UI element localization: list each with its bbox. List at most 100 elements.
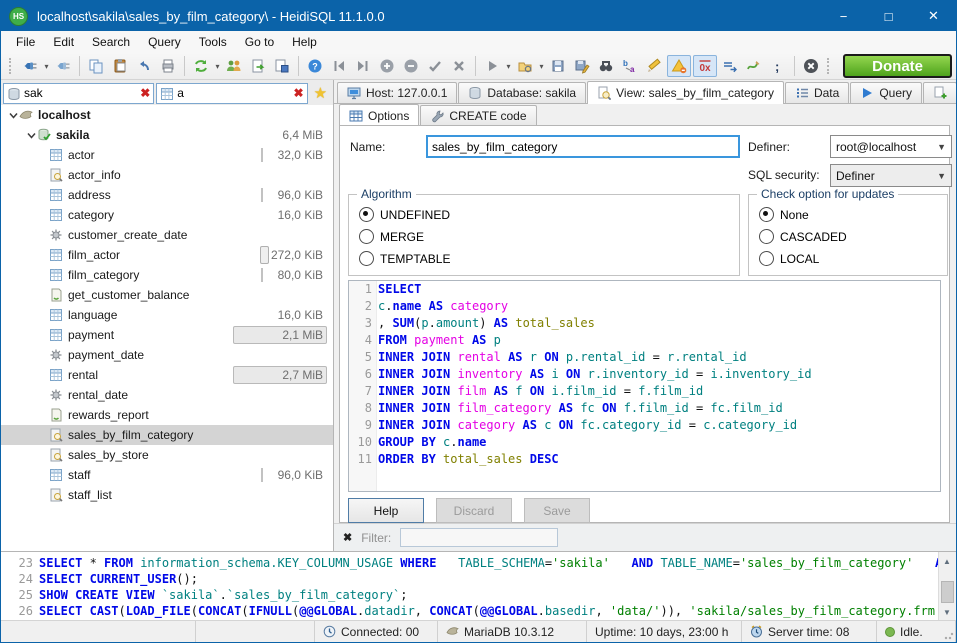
scroll-up-icon[interactable]: ▲ bbox=[939, 553, 955, 569]
tree-item-payment_date[interactable]: payment_date bbox=[1, 345, 333, 365]
insert-parameters-button[interactable] bbox=[719, 55, 741, 77]
tree-item-sales_by_store[interactable]: sales_by_store bbox=[1, 445, 333, 465]
check-option-radio-none[interactable]: None bbox=[759, 207, 809, 222]
undo-button[interactable] bbox=[133, 55, 155, 77]
cancel-editing-button[interactable] bbox=[448, 55, 470, 77]
menu-item-edit[interactable]: Edit bbox=[44, 32, 83, 52]
filter-input[interactable] bbox=[400, 528, 558, 547]
scroll-down-icon[interactable]: ▼ bbox=[939, 604, 955, 620]
radio-icon[interactable] bbox=[359, 251, 374, 266]
first-row-button[interactable] bbox=[328, 55, 350, 77]
menu-item-help[interactable]: Help bbox=[283, 32, 326, 52]
print-button[interactable] bbox=[157, 55, 179, 77]
chevron-down-icon[interactable]: ▾ bbox=[213, 62, 222, 71]
tab-data[interactable]: Data bbox=[785, 82, 849, 103]
help-button[interactable]: Help bbox=[348, 498, 424, 523]
menu-item-file[interactable]: File bbox=[7, 32, 44, 52]
post-changes-button[interactable] bbox=[424, 55, 446, 77]
algorithm-radio-merge[interactable]: MERGE bbox=[359, 229, 424, 244]
load-sql-file-button[interactable] bbox=[514, 55, 536, 77]
check-option-radio-local[interactable]: LOCAL bbox=[759, 251, 819, 266]
query-warnings-toggle-button[interactable] bbox=[667, 55, 691, 77]
tab-database-sakila[interactable]: Database: sakila bbox=[458, 82, 586, 103]
tree-item-actor_info[interactable]: actor_info bbox=[1, 165, 333, 185]
resize-grip[interactable] bbox=[944, 630, 954, 640]
table-filter-box[interactable]: a ✖ bbox=[156, 83, 307, 104]
tree-item-rewards_report[interactable]: rewards_report bbox=[1, 405, 333, 425]
donate-button[interactable]: Donate bbox=[843, 54, 952, 78]
algorithm-radio-temptable[interactable]: TEMPTABLE bbox=[359, 251, 450, 266]
chevron-down-icon[interactable] bbox=[25, 131, 37, 140]
minimize-button[interactable]: − bbox=[821, 1, 866, 31]
tree-item-actor[interactable]: actor32,0 KiB bbox=[1, 145, 333, 165]
close-button[interactable]: ✕ bbox=[911, 1, 956, 31]
export-database-button[interactable] bbox=[247, 55, 269, 77]
tree-item-get_customer_balance[interactable]: get_customer_balance bbox=[1, 285, 333, 305]
last-row-button[interactable] bbox=[352, 55, 374, 77]
reformat-sql-button[interactable] bbox=[743, 55, 765, 77]
tree-item-category[interactable]: category16,0 KiB bbox=[1, 205, 333, 225]
radio-icon[interactable] bbox=[759, 207, 774, 222]
menu-item-tools[interactable]: Tools bbox=[190, 32, 236, 52]
tree-item-staff[interactable]: staff96,0 KiB bbox=[1, 465, 333, 485]
tree-item-film_actor[interactable]: film_actor272,0 KiB bbox=[1, 245, 333, 265]
new-connection-button[interactable] bbox=[52, 55, 74, 77]
save-sql-button[interactable] bbox=[547, 55, 569, 77]
menu-item-go-to[interactable]: Go to bbox=[236, 32, 283, 52]
close-filter-icon[interactable]: ✖ bbox=[343, 531, 352, 544]
tab-new-query[interactable] bbox=[923, 82, 957, 103]
find-text-button[interactable] bbox=[595, 55, 617, 77]
favorites-star-icon[interactable]: ★ bbox=[310, 84, 331, 102]
radio-icon[interactable] bbox=[759, 229, 774, 244]
definer-combobox[interactable]: root@localhost ▼ bbox=[830, 135, 952, 158]
user-manager-button[interactable] bbox=[223, 55, 245, 77]
paste-button[interactable] bbox=[109, 55, 131, 77]
tree-item-sales_by_film_category[interactable]: sales_by_film_category bbox=[1, 425, 333, 445]
save-grid-button[interactable] bbox=[271, 55, 293, 77]
tree-item-customer_create_date[interactable]: customer_create_date bbox=[1, 225, 333, 245]
tab-view-sales-by-film-category[interactable]: View: sales_by_film_category bbox=[587, 81, 784, 104]
view-name-input[interactable] bbox=[426, 135, 740, 158]
tab-query[interactable]: Query bbox=[850, 82, 922, 103]
sql-editor[interactable]: 1SELECT2c.name AS category3, SUM(p.amoun… bbox=[348, 280, 941, 492]
delimiter-button[interactable]: ; bbox=[767, 55, 789, 77]
menu-item-query[interactable]: Query bbox=[139, 32, 190, 52]
chevron-down-icon[interactable]: ▾ bbox=[537, 62, 546, 71]
tree-item-sakila[interactable]: sakila6,4 MiB bbox=[1, 125, 333, 145]
tab-host-127-0-0-1[interactable]: Host: 127.0.0.1 bbox=[337, 82, 457, 103]
tree-item-localhost[interactable]: localhost bbox=[1, 105, 333, 125]
delete-row-button[interactable] bbox=[400, 55, 422, 77]
refresh-button[interactable] bbox=[190, 55, 212, 77]
tree-item-rental_date[interactable]: rental_date bbox=[1, 385, 333, 405]
clear-table-filter-icon[interactable]: ✖ bbox=[294, 86, 304, 100]
database-filter-box[interactable]: sak ✖ bbox=[3, 83, 154, 104]
scrollbar-thumb[interactable] bbox=[941, 581, 954, 603]
radio-icon[interactable] bbox=[359, 229, 374, 244]
session-manager-button[interactable] bbox=[19, 55, 41, 77]
subtab-create-code[interactable]: CREATE code bbox=[420, 105, 536, 126]
algorithm-radio-undefined[interactable]: UNDEFINED bbox=[359, 207, 450, 222]
maximize-button[interactable]: □ bbox=[866, 1, 911, 31]
insert-row-button[interactable] bbox=[376, 55, 398, 77]
radio-icon[interactable] bbox=[359, 207, 374, 222]
tree-item-payment[interactable]: payment2,1 MiB bbox=[1, 325, 333, 345]
toolbar-grip[interactable] bbox=[9, 58, 14, 74]
help-button[interactable]: ? bbox=[304, 55, 326, 77]
tree-item-address[interactable]: address96,0 KiB bbox=[1, 185, 333, 205]
tree-item-rental[interactable]: rental2,7 MiB bbox=[1, 365, 333, 385]
check-option-radio-cascaded[interactable]: CASCADED bbox=[759, 229, 847, 244]
chevron-down-icon[interactable] bbox=[7, 111, 19, 120]
replace-text-button[interactable]: ba bbox=[619, 55, 641, 77]
chevron-down-icon[interactable]: ▾ bbox=[504, 62, 513, 71]
chevron-down-icon[interactable]: ▾ bbox=[42, 62, 51, 71]
subtab-options[interactable]: Options bbox=[339, 104, 419, 127]
tree-item-staff_list[interactable]: staff_list bbox=[1, 485, 333, 505]
clear-database-filter-icon[interactable]: ✖ bbox=[140, 86, 150, 100]
stop-query-button[interactable] bbox=[800, 55, 822, 77]
copy-button[interactable] bbox=[85, 55, 107, 77]
radio-icon[interactable] bbox=[759, 251, 774, 266]
tree-item-film_category[interactable]: film_category80,0 KiB bbox=[1, 265, 333, 285]
run-query-button[interactable] bbox=[481, 55, 503, 77]
sql-security-dropdown[interactable]: Definer ▼ bbox=[830, 164, 952, 187]
menu-item-search[interactable]: Search bbox=[83, 32, 139, 52]
